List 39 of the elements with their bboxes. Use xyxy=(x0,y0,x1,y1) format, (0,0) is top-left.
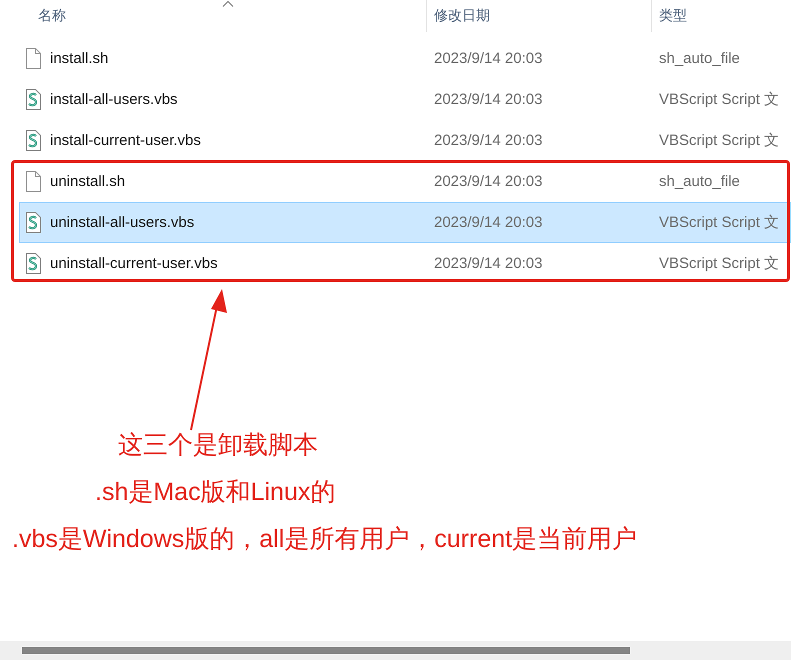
file-name: install-all-users.vbs xyxy=(50,91,178,108)
horizontal-scrollbar[interactable] xyxy=(0,641,791,660)
file-name: uninstall-current-user.vbs xyxy=(50,255,218,272)
blank-file-icon xyxy=(25,171,42,192)
file-type: VBScript Script 文 xyxy=(659,213,780,232)
file-row[interactable]: install-all-users.vbs 2023/9/14 20:03 VBScript Script 文 xyxy=(19,79,791,120)
file-name: uninstall.sh xyxy=(50,173,126,190)
column-header[interactable]: 类型 xyxy=(651,0,791,32)
script-file-icon xyxy=(25,212,42,233)
modified-date: 2023/9/14 20:03 xyxy=(434,214,544,231)
column-header[interactable]: 名称 xyxy=(0,0,426,32)
scrollbar-thumb[interactable] xyxy=(22,647,630,654)
modified-date: 2023/9/14 20:03 xyxy=(434,132,544,149)
sort-caret-icon xyxy=(222,0,234,7)
file-name: install-current-user.vbs xyxy=(50,132,201,149)
modified-date: 2023/9/14 20:03 xyxy=(434,91,544,108)
blank-file-icon xyxy=(25,48,42,69)
file-name: install.sh xyxy=(50,50,108,67)
file-row[interactable]: install-current-user.vbs 2023/9/14 20:03 VBScript Script 文 xyxy=(19,120,791,161)
modified-date: 2023/9/14 20:03 xyxy=(434,173,544,190)
file-row[interactable]: install.sh 2023/9/14 20:03 sh_auto_file xyxy=(19,38,791,79)
column-header[interactable]: 修改日期 xyxy=(426,0,651,32)
file-type: sh_auto_file xyxy=(659,50,741,67)
file-type: VBScript Script 文 xyxy=(659,254,780,273)
file-type: sh_auto_file xyxy=(659,173,741,190)
annotation-note: .sh是Mac版和Linux的 xyxy=(95,477,336,508)
file-type: VBScript Script 文 xyxy=(659,131,780,150)
file-row[interactable]: uninstall-all-users.vbs 2023/9/14 20:03 VBScript Script 文 xyxy=(19,202,791,243)
modified-date: 2023/9/14 20:03 xyxy=(434,255,544,272)
annotation-note: .vbs是Windows版的，all是所有用户，current是当前用户 xyxy=(12,524,638,555)
annotation-note: 这三个是卸载脚本 xyxy=(118,430,319,461)
file-row[interactable]: uninstall-current-user.vbs 2023/9/14 20:03 VBScript Script 文 xyxy=(19,243,791,284)
script-file-icon xyxy=(25,253,42,274)
file-type: VBScript Script 文 xyxy=(659,90,780,109)
script-file-icon xyxy=(25,130,42,151)
file-row[interactable]: uninstall.sh 2023/9/14 20:03 sh_auto_file xyxy=(19,161,791,202)
modified-date: 2023/9/14 20:03 xyxy=(434,50,544,67)
file-name: uninstall-all-users.vbs xyxy=(50,214,194,231)
script-file-icon xyxy=(25,89,42,110)
